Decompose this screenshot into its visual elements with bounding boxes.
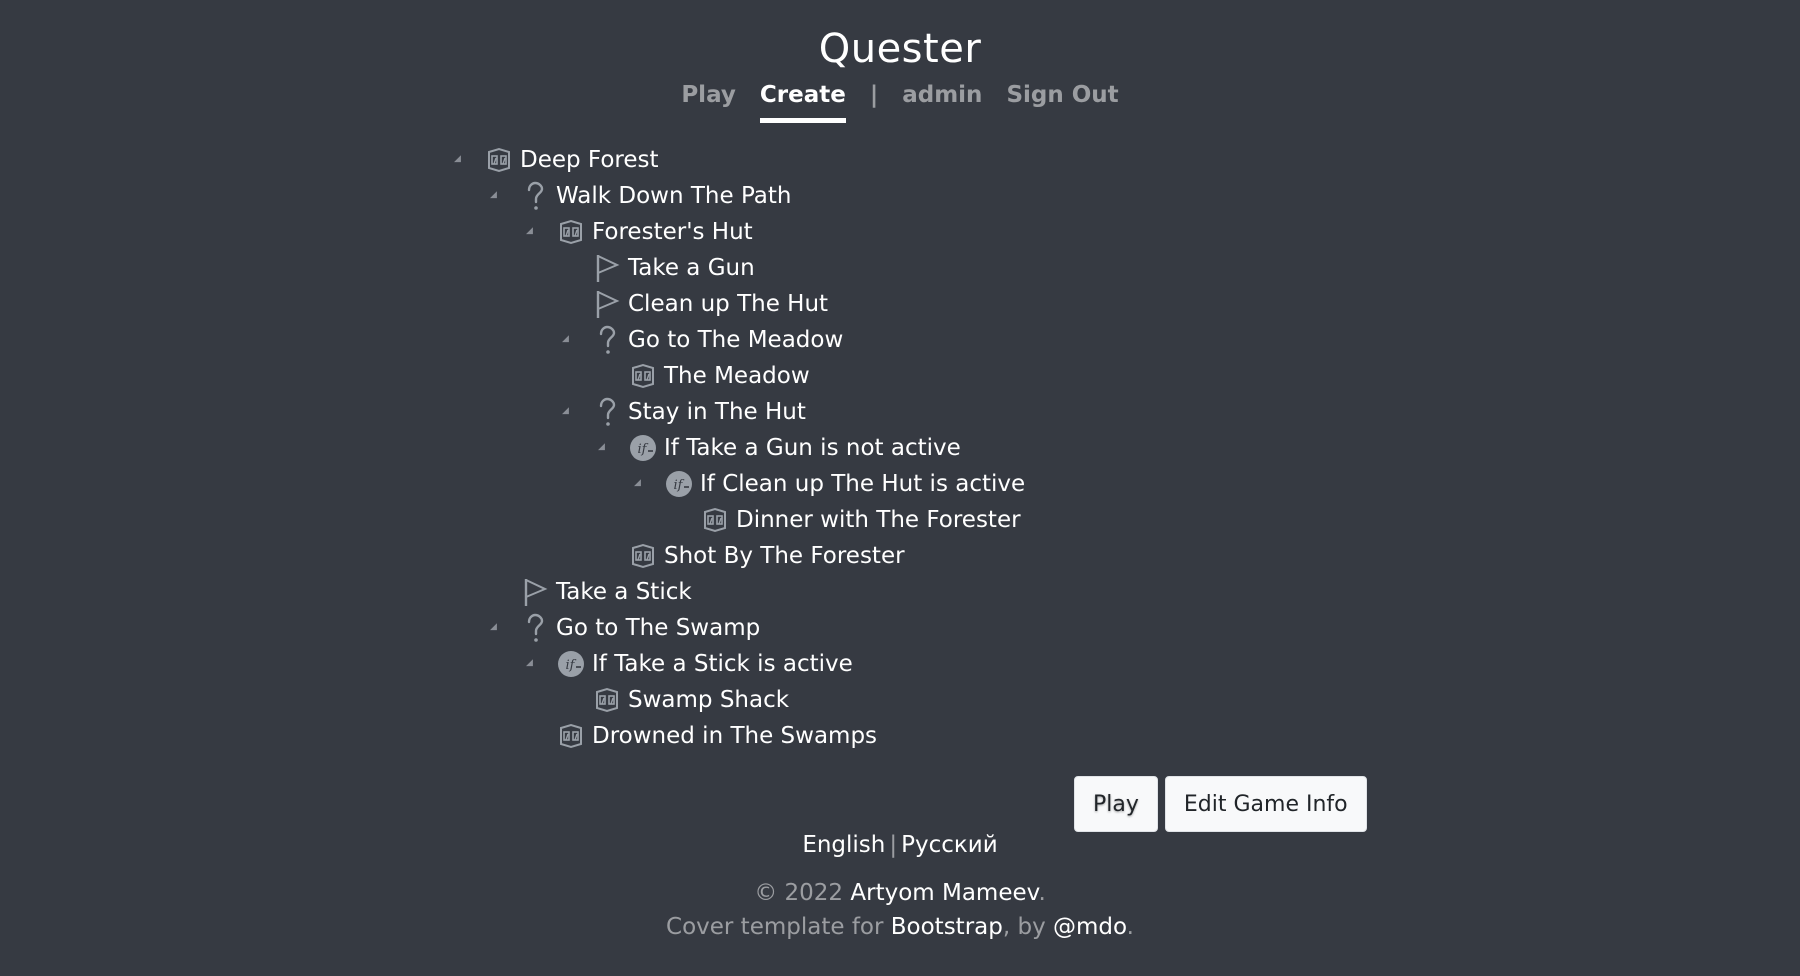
tree-node-label: Swamp Shack [628,687,790,713]
tree-node[interactable]: ◢ Forester's Hut [526,214,753,250]
edit-game-info-button[interactable]: Edit Game Info [1164,776,1367,832]
copyright-suffix: . [1038,880,1046,906]
tree-node[interactable]: ◢ Deep Forest [454,142,659,178]
tree-node-label: Clean up The Hut [628,291,829,317]
tree-node[interactable]: ◢ if If Take a Stick is active [526,646,853,682]
play-button[interactable]: Play [1074,776,1158,832]
expand-toggle-icon[interactable]: ◢ [562,334,572,344]
tree-node-label: Drowned in The Swamps [592,723,878,749]
tree-node-label: Go to The Swamp [556,615,761,641]
expand-toggle-icon[interactable]: ◢ [598,442,608,452]
tree-node[interactable]: Take a Gun [592,250,755,286]
lang-russian-link[interactable]: Русский [901,832,998,858]
lang-english-link[interactable]: English [802,832,885,858]
mdo-link[interactable]: @mdo [1053,914,1127,940]
tree-node-label: The Meadow [664,363,810,389]
cover-by: , by [1002,914,1053,940]
language-switcher: English | Русский [0,832,1800,858]
question-mark-icon [592,325,622,355]
nav-sign-out[interactable]: Sign Out [1006,82,1118,123]
expand-toggle-icon[interactable]: ◢ [454,154,464,164]
tree-node-label: Forester's Hut [592,219,753,245]
main-nav: Play Create | admin Sign Out [0,82,1800,123]
tree-node[interactable]: Take a Stick [520,574,692,610]
expand-toggle-icon[interactable]: ◢ [634,478,644,488]
tree-node[interactable]: Shot By The Forester [628,538,905,574]
expand-toggle-icon[interactable]: ◢ [490,190,500,200]
cover-suffix: . [1126,914,1134,940]
condition-if-icon: if [628,433,658,463]
tree-node[interactable]: ◢ if If Clean up The Hut is active [634,466,1026,502]
scene-icon [556,721,586,751]
tree-node[interactable]: ◢ Go to The Meadow [562,322,844,358]
action-buttons: Play Edit Game Info [1074,776,1367,832]
tree-node-label: If Take a Gun is not active [664,435,961,461]
question-mark-icon [592,397,622,427]
author-link[interactable]: Artyom Mameev [850,880,1038,906]
copyright-prefix: © 2022 [754,880,851,906]
tree-node-label: Go to The Meadow [628,327,844,353]
tree-node-label: If Take a Stick is active [592,651,853,677]
copyright: © 2022 Artyom Mameev. [0,880,1800,906]
scene-icon [592,685,622,715]
brand-title: Quester [818,26,982,72]
scene-icon [484,145,514,175]
expand-toggle-icon[interactable]: ◢ [562,406,572,416]
tree-node[interactable]: Drowned in The Swamps [556,718,877,754]
tree-node-label: Dinner with The Forester [736,507,1021,533]
nav-create[interactable]: Create [759,82,846,123]
tree-node-label: Take a Gun [628,255,755,281]
bootstrap-link[interactable]: Bootstrap [891,914,1003,940]
tree-node-label: Stay in The Hut [628,399,806,425]
tree-node[interactable]: Dinner with The Forester [700,502,1021,538]
tree-node-label: Walk Down The Path [556,183,792,209]
tree-node[interactable]: ◢ Stay in The Hut [562,394,806,430]
tree-node-label: Deep Forest [520,147,659,173]
cover-prefix: Cover template for [666,914,891,940]
flag-icon [592,289,622,319]
question-mark-icon [520,613,550,643]
scene-icon [628,361,658,391]
tree-node[interactable]: ◢ Go to The Swamp [490,610,761,646]
expand-toggle-icon[interactable]: ◢ [526,226,536,236]
scene-icon [700,505,730,535]
tree-node-label: Take a Stick [556,579,692,605]
cover-credit: Cover template for Bootstrap, by @mdo. [0,914,1800,940]
flag-icon [520,577,550,607]
flag-icon [592,253,622,283]
tree-node-label: Shot By The Forester [664,543,905,569]
tree-node[interactable]: Clean up The Hut [592,286,828,322]
footer: English | Русский © 2022 Artyom Mameev. Co… [0,832,1800,940]
scene-icon [628,541,658,571]
scene-icon [556,217,586,247]
tree-node[interactable]: ◢ Walk Down The Path [490,178,792,214]
nav-play[interactable]: Play [681,82,736,123]
tree-node[interactable]: ◢ if If Take a Gun is not active [598,430,961,466]
nav-user[interactable]: admin [902,82,982,123]
lang-separator: | [889,832,898,858]
condition-if-icon: if [664,469,694,499]
tree-node[interactable]: Swamp Shack [592,682,789,718]
nav-separator: | [869,82,879,108]
tree-node-label: If Clean up The Hut is active [700,471,1026,497]
quest-tree: ◢ Deep Forest ◢ Walk Down The Path ◢ Forester… [0,142,1800,752]
expand-toggle-icon[interactable]: ◢ [526,658,536,668]
question-mark-icon [520,181,550,211]
expand-toggle-icon[interactable]: ◢ [490,622,500,632]
tree-node[interactable]: The Meadow [628,358,810,394]
condition-if-icon: if [556,649,586,679]
